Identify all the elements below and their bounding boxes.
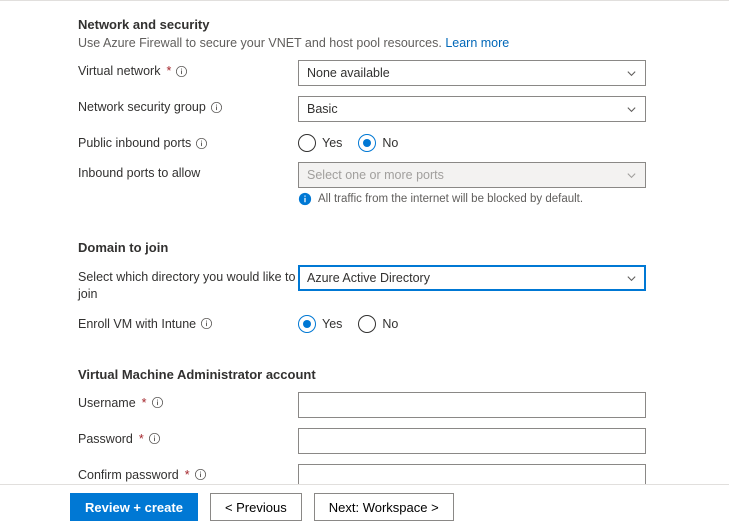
row-nsg: Network security group Basic	[78, 96, 701, 122]
row-directory: Select which directory you would like to…	[78, 265, 701, 303]
username-input[interactable]	[298, 392, 646, 418]
info-icon[interactable]	[200, 317, 213, 330]
inbound-ports-label-text: Inbound ports to allow	[78, 166, 200, 180]
info-icon[interactable]	[195, 137, 208, 150]
label-username: Username *	[78, 392, 298, 410]
row-enroll-intune: Enroll VM with Intune Yes No	[78, 313, 701, 333]
virtual-network-value: None available	[307, 66, 390, 80]
directory-value: Azure Active Directory	[307, 271, 430, 285]
virtual-network-select[interactable]: None available	[298, 60, 646, 86]
password-label-text: Password	[78, 432, 133, 446]
label-directory: Select which directory you would like to…	[78, 265, 298, 303]
network-security-desc-text: Use Azure Firewall to secure your VNET a…	[78, 36, 445, 50]
info-icon[interactable]	[148, 432, 161, 445]
required-asterisk: *	[142, 396, 147, 410]
radio-no-label: No	[382, 136, 398, 150]
chevron-down-icon	[626, 170, 637, 181]
inbound-ports-placeholder: Select one or more ports	[307, 168, 444, 182]
public-inbound-radio-group: Yes No	[298, 132, 646, 152]
learn-more-link[interactable]: Learn more	[445, 36, 509, 50]
radio-icon	[298, 134, 316, 152]
nsg-select[interactable]: Basic	[298, 96, 646, 122]
label-enroll-intune: Enroll VM with Intune	[78, 313, 298, 331]
inbound-ports-select: Select one or more ports	[298, 162, 646, 188]
required-asterisk: *	[139, 432, 144, 446]
inbound-ports-hint: All traffic from the internet will be bl…	[298, 192, 646, 206]
required-asterisk: *	[185, 468, 190, 482]
domain-join-title: Domain to join	[78, 240, 701, 255]
directory-label-text: Select which directory you would like to…	[78, 269, 298, 303]
public-inbound-no[interactable]: No	[358, 134, 398, 152]
network-security-description: Use Azure Firewall to secure your VNET a…	[78, 36, 701, 50]
intune-yes[interactable]: Yes	[298, 315, 342, 333]
info-icon[interactable]	[175, 65, 188, 78]
next-button[interactable]: Next: Workspace >	[314, 493, 454, 521]
previous-button[interactable]: < Previous	[210, 493, 302, 521]
info-fill-icon	[298, 192, 312, 206]
review-create-button[interactable]: Review + create	[70, 493, 198, 521]
radio-yes-label: Yes	[322, 136, 342, 150]
radio-icon	[298, 315, 316, 333]
nsg-value: Basic	[307, 102, 338, 116]
label-public-inbound: Public inbound ports	[78, 132, 298, 150]
vm-admin-title: Virtual Machine Administrator account	[78, 367, 701, 382]
info-icon[interactable]	[151, 396, 164, 409]
intune-label-text: Enroll VM with Intune	[78, 317, 196, 331]
radio-icon	[358, 315, 376, 333]
radio-no-label: No	[382, 317, 398, 331]
public-inbound-yes[interactable]: Yes	[298, 134, 342, 152]
wizard-footer: Review + create < Previous Next: Workspa…	[0, 484, 729, 529]
chevron-down-icon	[626, 104, 637, 115]
label-inbound-ports: Inbound ports to allow	[78, 162, 298, 180]
confirm-password-label-text: Confirm password	[78, 468, 179, 482]
username-label-text: Username	[78, 396, 136, 410]
directory-select[interactable]: Azure Active Directory	[298, 265, 646, 291]
required-asterisk: *	[166, 64, 171, 78]
network-security-title: Network and security	[78, 17, 701, 32]
inbound-ports-hint-text: All traffic from the internet will be bl…	[318, 193, 583, 205]
label-nsg: Network security group	[78, 96, 298, 114]
intune-radio-group: Yes No	[298, 313, 646, 333]
nsg-label-text: Network security group	[78, 100, 206, 114]
row-public-inbound: Public inbound ports Yes No	[78, 132, 701, 152]
row-virtual-network: Virtual network * None available	[78, 60, 701, 86]
info-icon[interactable]	[194, 468, 207, 481]
row-inbound-ports: Inbound ports to allow Select one or mor…	[78, 162, 701, 206]
intune-no[interactable]: No	[358, 315, 398, 333]
radio-icon	[358, 134, 376, 152]
label-confirm-password: Confirm password *	[78, 464, 298, 482]
label-virtual-network: Virtual network *	[78, 60, 298, 78]
vnet-label-text: Virtual network	[78, 64, 160, 78]
radio-yes-label: Yes	[322, 317, 342, 331]
public-inbound-label-text: Public inbound ports	[78, 136, 191, 150]
chevron-down-icon	[626, 68, 637, 79]
label-password: Password *	[78, 428, 298, 446]
info-icon[interactable]	[210, 101, 223, 114]
row-password: Password *	[78, 428, 701, 454]
form-content: Network and security Use Azure Firewall …	[0, 1, 729, 510]
password-input[interactable]	[298, 428, 646, 454]
chevron-down-icon	[626, 273, 637, 284]
row-username: Username *	[78, 392, 701, 418]
